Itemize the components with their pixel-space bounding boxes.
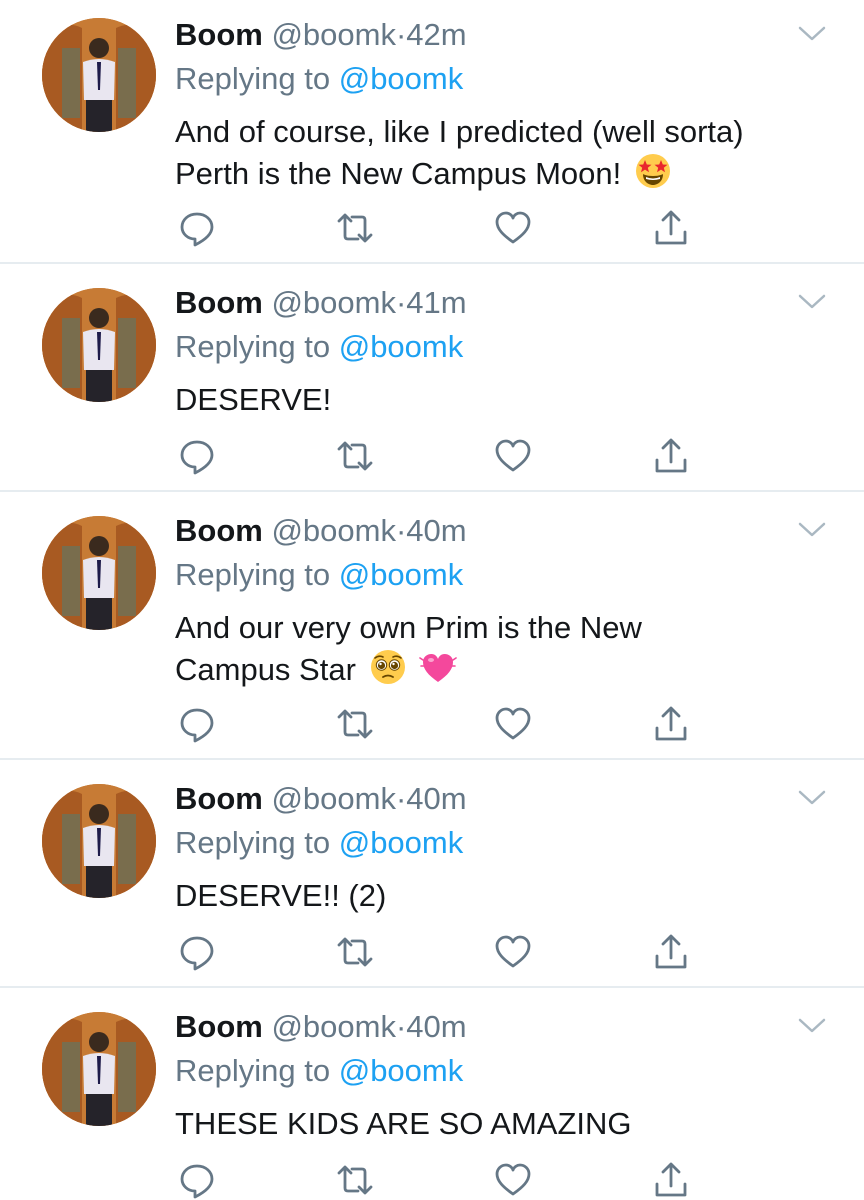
replying-to: Replying to @boomk <box>175 822 463 864</box>
retweet-icon[interactable] <box>335 704 375 744</box>
retweet-icon[interactable] <box>335 208 375 248</box>
tweet[interactable]: Boom @boomk·40m Replying to @boomk DESER… <box>0 760 864 988</box>
beating-heart-emoji <box>419 654 457 682</box>
display-name[interactable]: Boom <box>175 781 263 816</box>
user-handle[interactable]: @boomk <box>271 1009 396 1044</box>
replying-to: Replying to @boomk <box>175 1050 463 1092</box>
chevron-down-icon[interactable] <box>796 786 828 810</box>
separator: · <box>395 781 407 816</box>
tweet[interactable]: Boom @boomk·42m Replying to @boomk And o… <box>0 0 864 264</box>
share-icon[interactable] <box>651 1160 691 1200</box>
tweet-actions <box>175 704 715 744</box>
tweet-actions <box>175 436 715 476</box>
tweet-header: Boom @boomk·41m <box>175 282 467 324</box>
heart-icon[interactable] <box>493 1160 533 1200</box>
chevron-down-icon[interactable] <box>796 22 828 46</box>
tweet-thread: Boom @boomk·42m Replying to @boomk And o… <box>0 0 864 1200</box>
tweet-text: THESE KIDS ARE SO AMAZING <box>175 1104 835 1144</box>
reply-icon[interactable] <box>177 436 217 476</box>
avatar[interactable] <box>42 18 156 132</box>
reply-icon[interactable] <box>177 704 217 744</box>
reply-icon[interactable] <box>177 208 217 248</box>
tweet-actions <box>175 208 715 248</box>
share-icon[interactable] <box>651 704 691 744</box>
avatar[interactable] <box>42 516 156 630</box>
retweet-icon[interactable] <box>335 436 375 476</box>
heart-icon[interactable] <box>493 704 533 744</box>
tweet-text: And of course, like I predicted (well so… <box>175 112 835 194</box>
avatar[interactable] <box>42 1012 156 1126</box>
share-icon[interactable] <box>651 932 691 972</box>
tweet-text-line: DESERVE! <box>175 382 332 417</box>
replying-to: Replying to @boomk <box>175 554 463 596</box>
tweet-text: DESERVE!! (2) <box>175 876 835 916</box>
tweet-text: DESERVE! <box>175 380 835 420</box>
chevron-down-icon[interactable] <box>796 518 828 542</box>
reply-icon[interactable] <box>177 932 217 972</box>
replying-to: Replying to @boomk <box>175 326 463 368</box>
tweet-text-line: DESERVE!! (2) <box>175 878 387 913</box>
replying-to-label: Replying to <box>175 61 331 96</box>
mention-link[interactable]: @boomk <box>339 1053 464 1088</box>
tweet-header: Boom @boomk·42m <box>175 14 467 56</box>
share-icon[interactable] <box>651 208 691 248</box>
separator: · <box>395 1009 407 1044</box>
mention-link[interactable]: @boomk <box>339 557 464 592</box>
avatar[interactable] <box>42 784 156 898</box>
separator: · <box>395 513 407 548</box>
heart-icon[interactable] <box>493 932 533 972</box>
replying-to: Replying to @boomk <box>175 58 463 100</box>
star-struck-emoji <box>635 154 670 188</box>
tweet-text-line: And of course, like I predicted (well so… <box>175 114 744 149</box>
tweet-actions <box>175 932 715 972</box>
mention-link[interactable]: @boomk <box>339 825 464 860</box>
separator: · <box>395 17 407 52</box>
mention-link[interactable]: @boomk <box>339 61 464 96</box>
share-icon[interactable] <box>651 436 691 476</box>
tweet-text-line: THESE KIDS ARE SO AMAZING <box>175 1106 632 1141</box>
heart-icon[interactable] <box>493 436 533 476</box>
retweet-icon[interactable] <box>335 932 375 972</box>
replying-to-label: Replying to <box>175 825 331 860</box>
mention-link[interactable]: @boomk <box>339 329 464 364</box>
user-handle[interactable]: @boomk <box>271 513 396 548</box>
user-handle[interactable]: @boomk <box>271 285 396 320</box>
display-name[interactable]: Boom <box>175 17 263 52</box>
pleading-face-emoji <box>370 650 405 684</box>
replying-to-label: Replying to <box>175 329 331 364</box>
chevron-down-icon[interactable] <box>796 290 828 314</box>
tweet-header: Boom @boomk·40m <box>175 510 467 552</box>
timestamp[interactable]: 42m <box>406 17 466 52</box>
tweet[interactable]: Boom @boomk·40m Replying to @boomk THESE… <box>0 988 864 1200</box>
timestamp[interactable]: 40m <box>406 1009 466 1044</box>
display-name[interactable]: Boom <box>175 1009 263 1044</box>
tweet[interactable]: Boom @boomk·41m Replying to @boomk DESER… <box>0 264 864 492</box>
tweet[interactable]: Boom @boomk·40m Replying to @boomk And o… <box>0 492 864 760</box>
reply-icon[interactable] <box>177 1160 217 1200</box>
tweet-text-line: Perth is the New Campus Moon! <box>175 156 622 191</box>
avatar[interactable] <box>42 288 156 402</box>
replying-to-label: Replying to <box>175 1053 331 1088</box>
timestamp[interactable]: 40m <box>406 513 466 548</box>
user-handle[interactable]: @boomk <box>271 781 396 816</box>
replying-to-label: Replying to <box>175 557 331 592</box>
tweet-header: Boom @boomk·40m <box>175 1006 467 1048</box>
tweet-text: And our very own Prim is the New Campus … <box>175 608 835 690</box>
tweet-text-line: And our very own Prim is the New <box>175 610 642 645</box>
retweet-icon[interactable] <box>335 1160 375 1200</box>
tweet-header: Boom @boomk·40m <box>175 778 467 820</box>
display-name[interactable]: Boom <box>175 513 263 548</box>
chevron-down-icon[interactable] <box>796 1014 828 1038</box>
tweet-text-line: Campus Star <box>175 652 356 687</box>
display-name[interactable]: Boom <box>175 285 263 320</box>
separator: · <box>395 285 407 320</box>
timestamp[interactable]: 40m <box>406 781 466 816</box>
heart-icon[interactable] <box>493 208 533 248</box>
user-handle[interactable]: @boomk <box>271 17 396 52</box>
tweet-actions <box>175 1160 715 1200</box>
timestamp[interactable]: 41m <box>406 285 466 320</box>
